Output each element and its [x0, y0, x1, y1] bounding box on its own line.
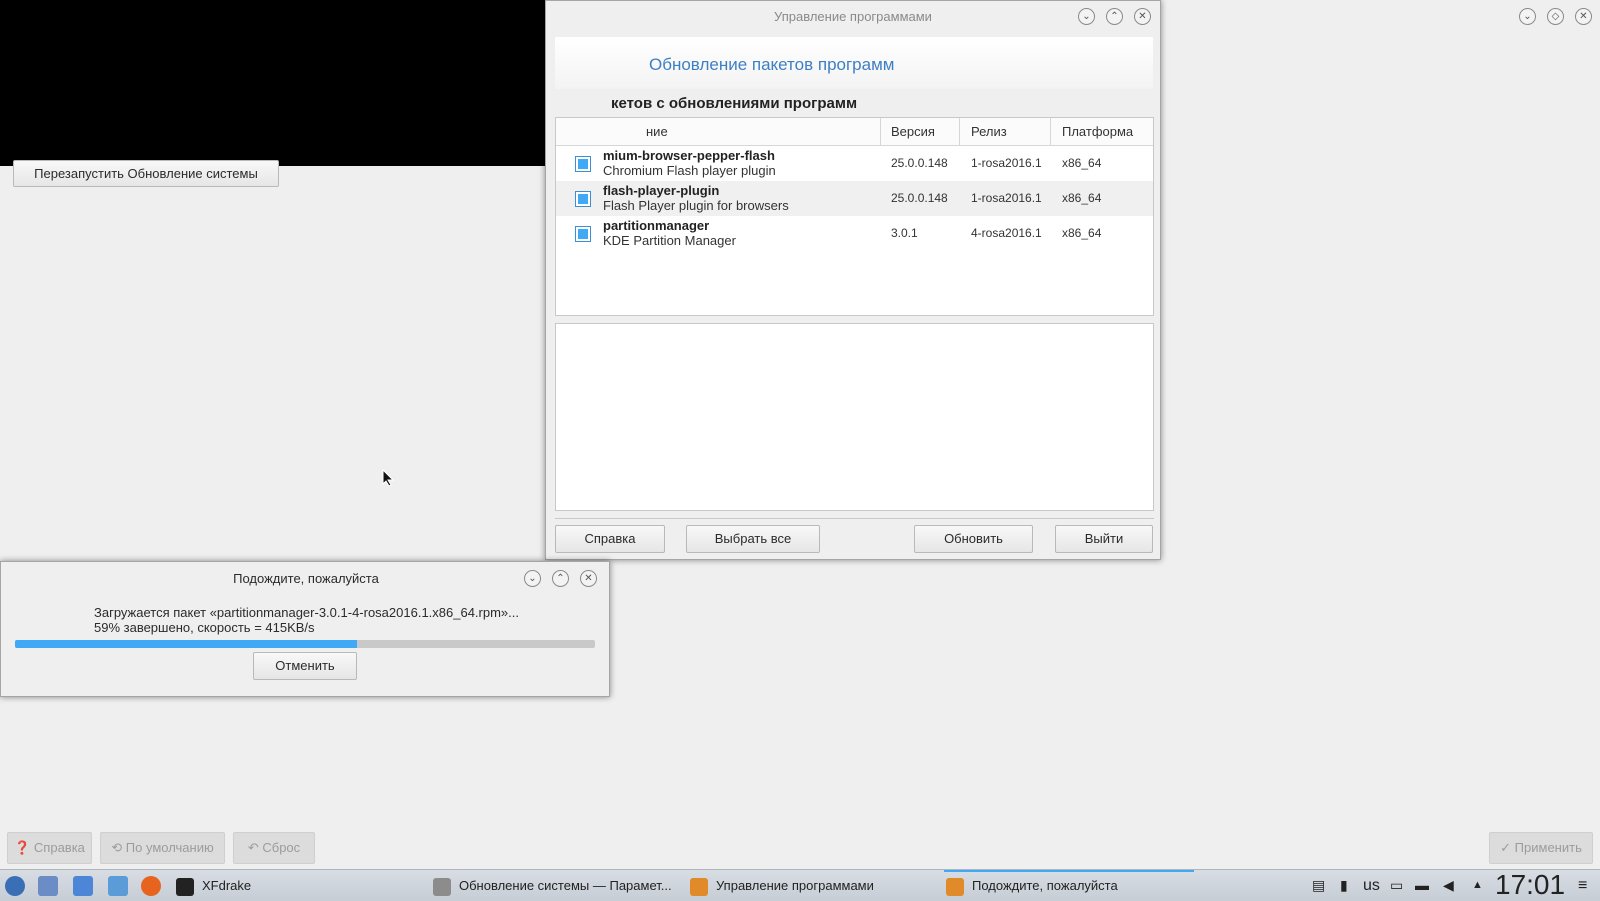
task-please-wait[interactable]: Подождите, пожалуйста [946, 870, 1191, 901]
package-name: flash-player-plugin [603, 183, 720, 198]
battery-icon[interactable]: ▬ [1415, 870, 1429, 901]
section-title: кетов с обновлениями программ [611, 95, 858, 112]
defaults-button[interactable]: ⟲ По умолчанию [100, 832, 225, 864]
network-icon[interactable]: ▭ [1390, 870, 1403, 901]
text-editor-icon[interactable] [108, 876, 128, 896]
packages-table: ние Версия Релиз Платформа mium-browser-… [555, 117, 1154, 316]
package-release: 4-rosa2016.1 [971, 226, 1042, 240]
package-platform: x86_64 [1062, 156, 1102, 170]
settings-icon [433, 877, 451, 896]
usb-icon[interactable]: ▮ [1340, 870, 1348, 901]
reset-icon: ↶ [247, 840, 259, 855]
task-system-update[interactable]: Обновление системы — Парамет... [433, 870, 678, 901]
file-manager-icon[interactable] [73, 876, 93, 896]
package-manager-icon [690, 877, 708, 896]
task-xfdrake[interactable]: XFdrake [176, 870, 416, 901]
column-header-version[interactable]: Версия [891, 124, 935, 139]
apply-icon: ✓ [1500, 840, 1512, 855]
package-checkbox[interactable] [575, 191, 591, 207]
page-title: Обновление пакетов программ [649, 55, 895, 74]
package-description: KDE Partition Manager [603, 233, 736, 248]
show-desktop-icon[interactable] [38, 876, 58, 896]
download-progress-bar [15, 640, 595, 648]
settings-help-button[interactable]: ❓ Справка [7, 832, 92, 864]
header-band: Обновление пакетов программ [555, 37, 1153, 89]
column-header-name[interactable]: ние [646, 124, 668, 139]
table-row[interactable]: partitionmanager KDE Partition Manager 3… [556, 216, 1153, 251]
table-row[interactable]: flash-player-plugin Flash Player plugin … [556, 181, 1153, 216]
select-all-button[interactable]: Выбрать все [686, 525, 820, 553]
update-button[interactable]: Обновить [914, 525, 1033, 553]
app-menu-icon[interactable] [5, 876, 25, 896]
minimize-icon[interactable]: ⌄ [1078, 8, 1095, 25]
keyboard-layout[interactable]: us [1363, 870, 1380, 901]
package-name: partitionmanager [603, 218, 710, 233]
download-progress-text: 59% завершено, скорость = 415KB/s [94, 620, 315, 635]
window-title: Управление программами [774, 9, 932, 24]
firefox-icon[interactable] [141, 876, 161, 896]
exit-button[interactable]: Выйти [1055, 525, 1153, 553]
wait-dialog: Подождите, пожалуйста ⌄ ⌃ ✕ Загружается … [0, 561, 610, 697]
volume-icon[interactable]: ◀ [1443, 870, 1454, 901]
download-status-text: Загружается пакет «partitionmanager-3.0.… [94, 605, 520, 620]
column-header-platform[interactable]: Платформа [1062, 124, 1133, 139]
restore-icon[interactable]: ◇ [1547, 8, 1564, 25]
package-platform: x86_64 [1062, 191, 1102, 205]
close-icon[interactable]: ✕ [1575, 8, 1592, 25]
package-checkbox[interactable] [575, 226, 591, 242]
package-release: 1-rosa2016.1 [971, 191, 1042, 205]
package-platform: x86_64 [1062, 226, 1102, 240]
package-checkbox[interactable] [575, 156, 591, 172]
defaults-icon: ⟲ [111, 840, 123, 855]
task-software-management[interactable]: Управление программами [690, 870, 935, 901]
monitor-icon [176, 877, 194, 896]
reset-button[interactable]: ↶ Сброс [233, 832, 315, 864]
tray-expand-icon[interactable]: ▲ [1472, 870, 1483, 901]
package-version: 25.0.0.148 [891, 156, 948, 170]
package-release: 1-rosa2016.1 [971, 156, 1042, 170]
close-icon[interactable]: ✕ [580, 570, 597, 587]
software-management-window: Управление программами ⌄ ⌃ ✕ Обновление … [545, 0, 1161, 560]
help-button[interactable]: Справка [555, 525, 665, 553]
column-header-release[interactable]: Релиз [971, 124, 1007, 139]
package-version: 3.0.1 [891, 226, 918, 240]
mouse-cursor-icon [382, 469, 394, 487]
menu-icon[interactable]: ≡ [1578, 870, 1587, 901]
dialog-title: Подождите, пожалуйста [233, 571, 379, 586]
help-icon: ❓ [14, 840, 31, 855]
apply-button[interactable]: ✓ Применить [1489, 832, 1593, 864]
package-description: Chromium Flash player plugin [603, 163, 776, 178]
minimize-icon[interactable]: ⌄ [1519, 8, 1536, 25]
minimize-icon[interactable]: ⌄ [524, 570, 541, 587]
maximize-icon[interactable]: ⌃ [1106, 8, 1123, 25]
obscured-region [0, 0, 638, 166]
close-icon[interactable]: ✕ [1134, 8, 1151, 25]
clipboard-icon[interactable]: ▤ [1312, 870, 1325, 901]
table-row[interactable]: mium-browser-pepper-flash Chromium Flash… [556, 146, 1153, 181]
package-version: 25.0.0.148 [891, 191, 948, 205]
package-description: Flash Player plugin for browsers [603, 198, 789, 213]
taskbar: XFdrake Обновление системы — Парамет... … [0, 869, 1600, 901]
table-header: ние Версия Релиз Платформа [556, 118, 1153, 146]
restart-system-update-button[interactable]: Перезапустить Обновление системы [13, 160, 279, 187]
clock[interactable]: 17:01 [1495, 868, 1565, 901]
cancel-button[interactable]: Отменить [253, 652, 357, 680]
package-manager-icon [946, 877, 964, 896]
maximize-icon[interactable]: ⌃ [552, 570, 569, 587]
package-details-panel [555, 323, 1154, 511]
package-name: mium-browser-pepper-flash [603, 148, 775, 163]
